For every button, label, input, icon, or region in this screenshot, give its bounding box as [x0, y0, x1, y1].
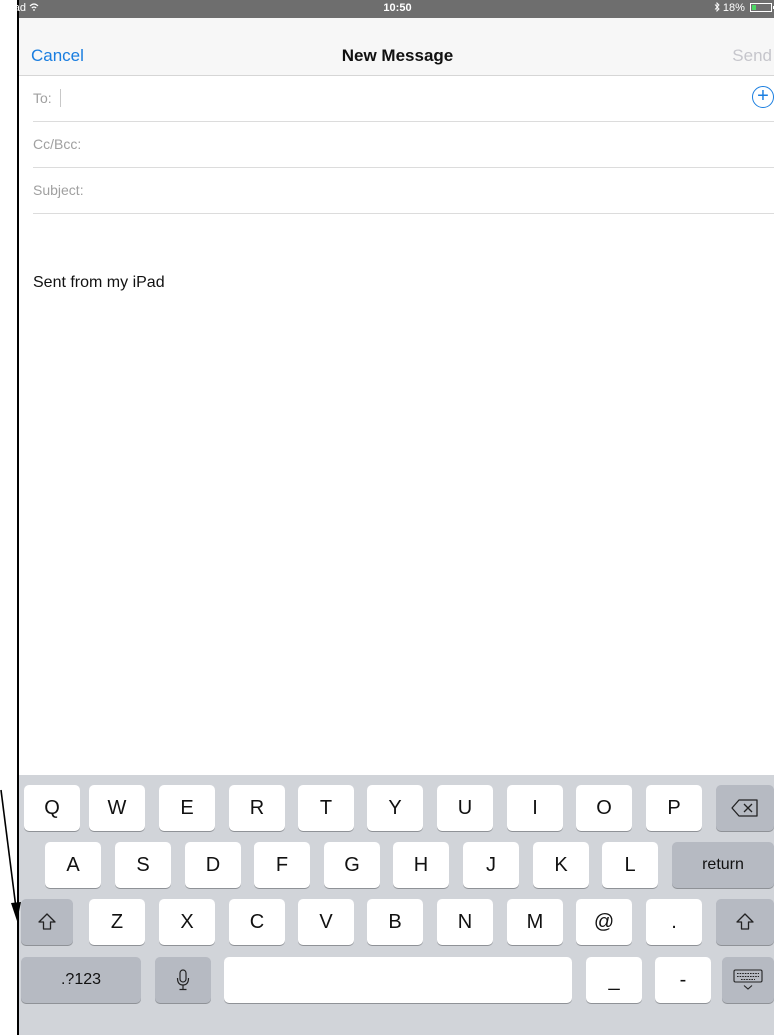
subject-field[interactable]: Subject: [33, 168, 774, 214]
to-label: To: [33, 90, 52, 106]
plus-circle-icon[interactable]: + [752, 86, 774, 108]
key-y[interactable]: Y [367, 785, 423, 831]
dictation-key[interactable] [155, 957, 211, 1003]
keyboard-hide-icon [733, 969, 763, 990]
key-a[interactable]: A [45, 842, 101, 888]
key-j[interactable]: J [463, 842, 519, 888]
numbers-key[interactable]: .?123 [21, 957, 141, 1003]
key-underscore[interactable]: _ [586, 957, 642, 1003]
key-f[interactable]: F [254, 842, 310, 888]
key-g[interactable]: G [324, 842, 380, 888]
key-z[interactable]: Z [89, 899, 145, 945]
shift-key-left[interactable] [21, 899, 73, 945]
key-t[interactable]: T [298, 785, 354, 831]
backspace-icon [731, 799, 758, 817]
key-r[interactable]: R [229, 785, 285, 831]
key-at[interactable]: @ [576, 899, 632, 945]
ccbcc-label: Cc/Bcc: [33, 136, 82, 152]
key-dash[interactable]: - [655, 957, 711, 1003]
ccbcc-field[interactable]: Cc/Bcc: [33, 122, 774, 168]
key-x[interactable]: X [159, 899, 215, 945]
key-e[interactable]: E [159, 785, 215, 831]
subject-label: Subject: [33, 182, 84, 198]
status-bar: iPad 10:50 18% [4, 0, 774, 18]
key-k[interactable]: K [533, 842, 589, 888]
microphone-icon [176, 969, 190, 991]
space-bar[interactable] [224, 957, 572, 1003]
bluetooth-icon [714, 1, 720, 13]
to-field[interactable]: To: + [33, 76, 774, 122]
battery-percent: 18% [722, 2, 745, 14]
key-c[interactable]: C [229, 899, 285, 945]
key-l[interactable]: L [602, 842, 658, 888]
key-w[interactable]: W [89, 785, 145, 831]
status-right: 18% [714, 1, 774, 14]
key-period[interactable]: . [646, 899, 702, 945]
shift-key-right[interactable] [716, 899, 774, 945]
backspace-key[interactable] [716, 785, 774, 831]
key-s[interactable]: S [115, 842, 171, 888]
page-title: New Message [341, 46, 454, 65]
ipad-screen: iPad 10:50 18% Cancel New Message Send T… [4, 0, 774, 1035]
hide-keyboard-key[interactable] [722, 957, 774, 1003]
key-d[interactable]: D [185, 842, 241, 888]
key-v[interactable]: V [298, 899, 354, 945]
battery-icon [750, 3, 774, 12]
on-screen-keyboard: Q W E R T Y U I O P A S D F G H J K L re… [19, 775, 774, 1035]
return-key[interactable]: return [672, 842, 774, 888]
send-button[interactable]: Send [732, 46, 772, 66]
shift-arrow-icon [736, 913, 754, 930]
key-p[interactable]: P [646, 785, 702, 831]
shift-arrow-icon [38, 913, 56, 930]
message-body[interactable]: Sent from my iPad [33, 274, 165, 292]
status-time: 10:50 [383, 2, 412, 14]
key-n[interactable]: N [437, 899, 493, 945]
navigation-bar: Cancel New Message Send [19, 18, 774, 76]
key-q[interactable]: Q [24, 785, 80, 831]
text-cursor [60, 89, 61, 107]
key-u[interactable]: U [437, 785, 493, 831]
key-i[interactable]: I [507, 785, 563, 831]
key-h[interactable]: H [393, 842, 449, 888]
key-b[interactable]: B [367, 899, 423, 945]
key-m[interactable]: M [507, 899, 563, 945]
key-o[interactable]: O [576, 785, 632, 831]
